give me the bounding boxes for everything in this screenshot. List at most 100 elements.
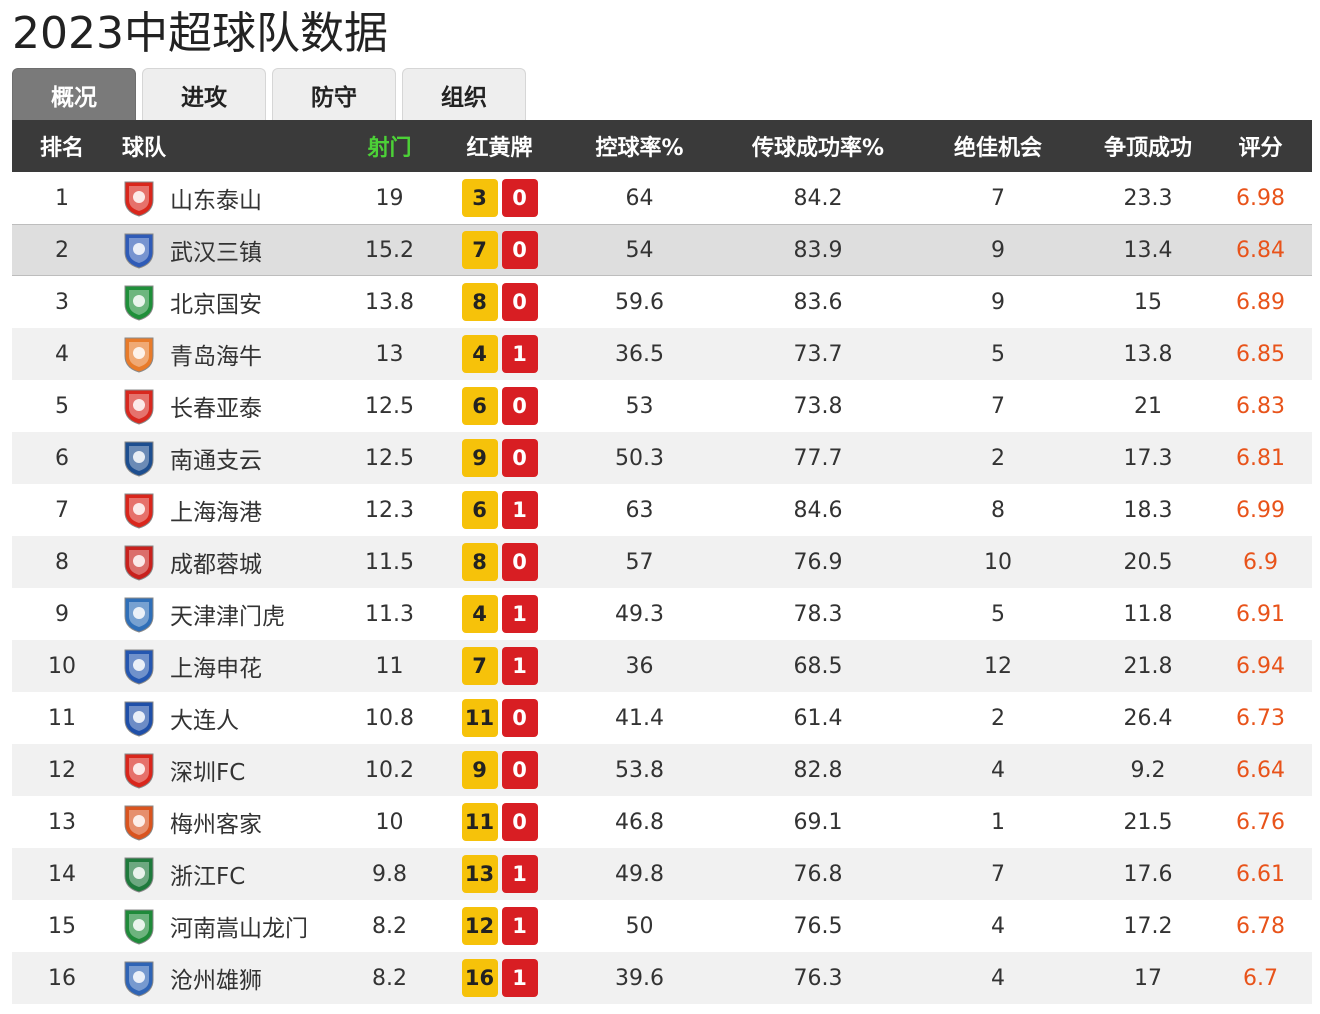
rating-cell: 6.89 (1236, 289, 1285, 315)
team-name[interactable]: 梅州客家 (170, 805, 262, 839)
team-name[interactable]: 青岛海牛 (170, 337, 262, 371)
wuhan-sanzhen-logo-icon (124, 233, 154, 269)
table-row[interactable]: 4 青岛海牛 13 4 1 36.5 73.7 5 13.8 6.85 (12, 328, 1312, 380)
team-cell[interactable]: 北京国安 (112, 282, 332, 322)
team-cell[interactable]: 浙江FC (112, 854, 332, 894)
header-aerials-won[interactable]: 争顶成功 (1087, 130, 1209, 162)
table-row[interactable]: 11 大连人 10.8 11 0 41.4 61.4 2 26.4 6.73 (12, 692, 1312, 744)
cards-cell: 13 1 (447, 855, 552, 893)
team-name[interactable]: 上海申花 (170, 649, 262, 683)
red-card-badge: 0 (501, 751, 538, 789)
tab-organization[interactable]: 组织 (402, 68, 526, 120)
team-name[interactable]: 南通支云 (170, 441, 262, 475)
team-cell[interactable]: 长春亚泰 (112, 386, 332, 426)
team-cell[interactable]: 山东泰山 (112, 178, 332, 218)
aerials-won-cell: 17 (1134, 965, 1162, 991)
cards-cell: 11 0 (447, 699, 552, 737)
shots-cell: 11.5 (365, 549, 414, 575)
team-cell[interactable]: 武汉三镇 (112, 230, 332, 270)
team-name[interactable]: 天津津门虎 (170, 597, 285, 631)
table-row[interactable]: 9 天津津门虎 11.3 4 1 49.3 78.3 5 11.8 6.91 (12, 588, 1312, 640)
pass-accuracy-cell: 73.7 (793, 341, 843, 367)
tab-overview[interactable]: 概况 (12, 68, 136, 120)
team-cell[interactable]: 深圳FC (112, 750, 332, 790)
big-chances-cell: 12 (984, 653, 1012, 679)
team-cell[interactable]: 梅州客家 (112, 802, 332, 842)
table-row[interactable]: 5 长春亚泰 12.5 6 0 53 73.8 7 21 6.83 (12, 380, 1312, 432)
shots-cell: 12.5 (365, 393, 414, 419)
rating-cell: 6.84 (1236, 237, 1285, 263)
header-possession[interactable]: 控球率% (552, 130, 727, 162)
header-pass-accuracy[interactable]: 传球成功率% (727, 130, 909, 162)
rank-cell: 8 (55, 549, 69, 575)
table-row[interactable]: 16 沧州雄狮 8.2 16 1 39.6 76.3 4 17 6.7 (12, 952, 1312, 1004)
header-shots[interactable]: 射门 (332, 130, 447, 162)
big-chances-cell: 2 (991, 705, 1005, 731)
header-cards[interactable]: 红黄牌 (447, 130, 552, 162)
team-name[interactable]: 北京国安 (170, 285, 262, 319)
team-name[interactable]: 深圳FC (170, 753, 245, 787)
team-cell[interactable]: 成都蓉城 (112, 542, 332, 582)
table-row[interactable]: 14 浙江FC 9.8 13 1 49.8 76.8 7 17.6 6.61 (12, 848, 1312, 900)
team-name[interactable]: 上海海港 (170, 493, 262, 527)
tab-attack[interactable]: 进攻 (142, 68, 266, 120)
team-name[interactable]: 大连人 (170, 701, 239, 735)
table-row[interactable]: 10 上海申花 11 7 1 36 68.5 12 21.8 6.94 (12, 640, 1312, 692)
team-cell[interactable]: 沧州雄狮 (112, 958, 332, 998)
big-chances-cell: 7 (991, 861, 1005, 887)
team-cell[interactable]: 上海申花 (112, 646, 332, 686)
team-name[interactable]: 长春亚泰 (170, 389, 262, 423)
header-team[interactable]: 球队 (112, 130, 332, 162)
header-rating[interactable]: 评分 (1209, 130, 1312, 162)
table-row[interactable]: 6 南通支云 12.5 9 0 50.3 77.7 2 17.3 6.81 (12, 432, 1312, 484)
shots-cell: 10.8 (365, 705, 414, 731)
table-row[interactable]: 2 武汉三镇 15.2 7 0 54 83.9 9 13.4 6.84 (12, 224, 1312, 276)
team-name[interactable]: 武汉三镇 (170, 233, 262, 267)
table-row[interactable]: 15 河南嵩山龙门 8.2 12 1 50 76.5 4 17.2 6.78 (12, 900, 1312, 952)
red-card-badge: 1 (501, 907, 538, 945)
pass-accuracy-cell: 77.7 (793, 445, 843, 471)
rating-cell: 6.85 (1236, 341, 1285, 367)
red-card-badge: 0 (501, 439, 538, 477)
team-name[interactable]: 沧州雄狮 (170, 961, 262, 995)
possession-cell: 57 (625, 549, 654, 575)
table-row[interactable]: 7 上海海港 12.3 6 1 63 84.6 8 18.3 6.99 (12, 484, 1312, 536)
team-cell[interactable]: 上海海港 (112, 490, 332, 530)
cards-cell: 4 1 (447, 335, 552, 373)
big-chances-cell: 1 (991, 809, 1005, 835)
big-chances-cell: 5 (991, 341, 1005, 367)
team-cell[interactable]: 青岛海牛 (112, 334, 332, 374)
header-big-chances[interactable]: 绝佳机会 (909, 130, 1087, 162)
team-name[interactable]: 成都蓉城 (170, 545, 262, 579)
table-row[interactable]: 8 成都蓉城 11.5 8 0 57 76.9 10 20.5 6.9 (12, 536, 1312, 588)
red-card-badge: 0 (501, 699, 538, 737)
team-cell[interactable]: 大连人 (112, 698, 332, 738)
header-rank[interactable]: 排名 (12, 130, 112, 162)
team-cell[interactable]: 天津津门虎 (112, 594, 332, 634)
team-cell[interactable]: 南通支云 (112, 438, 332, 478)
table-row[interactable]: 3 北京国安 13.8 8 0 59.6 83.6 9 15 6.89 (12, 276, 1312, 328)
red-card-badge: 1 (501, 335, 538, 373)
rank-cell: 3 (55, 289, 69, 315)
aerials-won-cell: 20.5 (1123, 549, 1173, 575)
red-card-badge: 1 (501, 595, 538, 633)
tab-defense[interactable]: 防守 (272, 68, 396, 120)
red-card-badge: 1 (501, 855, 538, 893)
aerials-won-cell: 21.8 (1123, 653, 1173, 679)
table-row[interactable]: 12 深圳FC 10.2 9 0 53.8 82.8 4 9.2 6.64 (12, 744, 1312, 796)
team-name[interactable]: 浙江FC (170, 857, 245, 891)
team-cell[interactable]: 河南嵩山龙门 (112, 906, 332, 946)
team-name[interactable]: 河南嵩山龙门 (170, 909, 308, 943)
aerials-won-cell: 21.5 (1123, 809, 1173, 835)
yellow-card-badge: 7 (461, 647, 498, 685)
table-row[interactable]: 13 梅州客家 10 11 0 46.8 69.1 1 21.5 6.76 (12, 796, 1312, 848)
rank-cell: 11 (48, 705, 76, 731)
red-card-badge: 0 (501, 231, 538, 269)
big-chances-cell: 10 (984, 549, 1012, 575)
changchun-yatai-logo-icon (124, 389, 154, 425)
rating-cell: 6.7 (1243, 965, 1278, 991)
yellow-card-badge: 3 (461, 179, 498, 217)
team-name[interactable]: 山东泰山 (170, 181, 262, 215)
table-row[interactable]: 1 山东泰山 19 3 0 64 84.2 7 23.3 6.98 (12, 172, 1312, 224)
pass-accuracy-cell: 69.1 (793, 809, 843, 835)
